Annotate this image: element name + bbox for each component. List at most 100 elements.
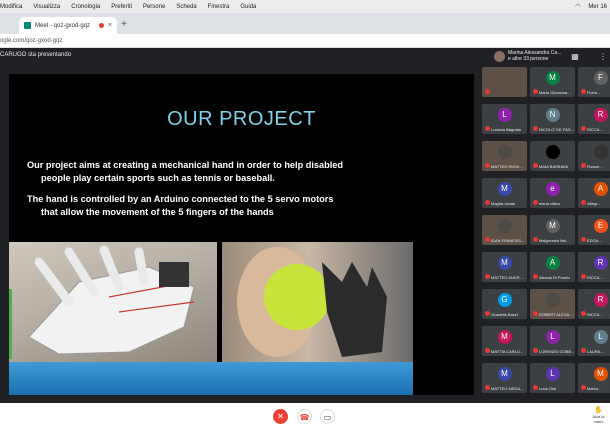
participant-name: RICCA... <box>587 275 603 280</box>
avatar: A <box>545 256 560 270</box>
url-text[interactable]: ogle.com/qoz-gxod-gqz <box>0 38 62 44</box>
menu-cronologia[interactable]: Cronologia <box>71 4 100 10</box>
avatar: L <box>497 108 512 122</box>
participant-name: LORENZO GOBB... <box>539 349 574 354</box>
avatar: E <box>593 219 608 233</box>
mic-muted-icon <box>533 274 538 279</box>
slide-paragraph-1: Our project aims at creating a mechanica… <box>27 159 397 184</box>
mic-muted-icon <box>581 311 586 316</box>
grid-layout-icon[interactable]: ▦ <box>570 52 580 62</box>
participant-name: Graziella Bozzi <box>491 312 518 317</box>
participant-tile[interactable]: L Luciano Bagnato <box>482 104 527 134</box>
meet-favicon-icon <box>24 22 31 29</box>
tab-title: Meet - qoz-gxod-gqz <box>35 22 91 29</box>
mic-muted-icon <box>581 200 586 205</box>
avatar: M <box>593 367 608 381</box>
menu-finestra[interactable]: Finestra <box>208 4 230 10</box>
slide-paragraph-1-line-1: Our project aims at creating a mechanica… <box>27 160 344 170</box>
participant-tile[interactable]: R RICCA... <box>578 289 610 319</box>
hand-icon: ✋ <box>594 407 603 414</box>
camera-button[interactable]: ▭ <box>320 409 335 424</box>
clock[interactable]: Mer 16 <box>588 4 607 10</box>
mic-muted-icon <box>485 200 490 205</box>
participant-tile[interactable]: R RICCA... <box>578 252 610 282</box>
participant-tile[interactable]: A Alessia Di Puorto <box>530 252 575 282</box>
avatar: R <box>593 256 608 270</box>
wifi-icon[interactable]: ◠ <box>575 3 580 10</box>
participant-name: MATTEO MEDA... <box>491 386 524 391</box>
hang-up-button[interactable]: ☎ <box>297 409 312 424</box>
tab-strip: Meet - qoz-gxod-gqz × + <box>0 13 610 34</box>
menu-visualizza[interactable]: Visualizza <box>33 4 60 10</box>
menu-preferiti[interactable]: Preferiti <box>111 4 132 10</box>
avatar: R <box>593 293 608 307</box>
avatar <box>593 145 608 159</box>
participant-tile[interactable]: N NICOLO' DE PAS... <box>530 104 575 134</box>
participant-tile[interactable]: L LAURA... <box>578 326 610 356</box>
address-bar[interactable]: ogle.com/qoz-gxod-gqz <box>0 34 610 48</box>
participant-tile[interactable]: E EDOA... <box>578 215 610 245</box>
menubar-status: ◠ Mer 16 <box>575 3 610 11</box>
mic-muted-icon <box>485 274 490 279</box>
mic-muted-icon <box>485 126 490 131</box>
participant-tile[interactable]: Rossel... <box>578 141 610 171</box>
avatar <box>497 219 512 233</box>
participant-tile[interactable]: M MATTEO MEDA... <box>482 363 527 393</box>
participant-tile[interactable]: M Marco... <box>578 363 610 393</box>
mic-muted-icon <box>581 126 586 131</box>
avatar: N <box>545 108 560 122</box>
participant-grid: M Maria Giovanna... F Fiorin... L Luciano Bag… <box>482 67 610 403</box>
participants-summary[interactable]: Marina Alessandra Ca... e altre 33 perso… <box>494 50 561 62</box>
participant-tile[interactable]: R RICCA... <box>578 104 610 134</box>
mic-muted-icon <box>485 89 490 94</box>
menu-guida[interactable]: Guida <box>240 4 256 10</box>
avatar: M <box>497 256 512 270</box>
participant-tile[interactable]: IDAN FRANCES... <box>482 215 527 245</box>
avatar: M <box>545 219 560 233</box>
participant-name: Malgorzata Nei... <box>539 238 570 243</box>
participant-name: MATTEO RICHI... <box>491 164 523 169</box>
mic-muted-icon <box>533 126 538 131</box>
more-options-icon[interactable]: ⋮ <box>598 52 608 62</box>
participant-tile[interactable]: L Luca Orsi <box>530 363 575 393</box>
presentation-slide: OUR PROJECT Our project aims at creating… <box>9 74 474 395</box>
mic-muted-icon <box>533 311 538 316</box>
participant-name: Maria Giovanna... <box>539 90 571 95</box>
participant-tile[interactable]: M MATTEO ANDR... <box>482 252 527 282</box>
mic-muted-icon <box>581 163 586 168</box>
mac-menu-bar: Modifica Visualizza Cronologia Preferiti… <box>0 0 610 13</box>
participant-tile[interactable]: MAIA BARBIANI <box>530 141 575 171</box>
participant-tile[interactable]: M Maria Giovanna... <box>530 67 575 97</box>
participant-tile[interactable]: M Malgorzata Nei... <box>530 215 575 245</box>
participant-tile[interactable]: A Allegr... <box>578 178 610 208</box>
slide-paragraph-2: The hand is controlled by an Arduino con… <box>27 193 397 218</box>
close-tab-icon[interactable]: × <box>108 22 112 29</box>
avatar: L <box>545 330 560 344</box>
participant-tile[interactable]: G Graziella Bozzi <box>482 289 527 319</box>
avatar <box>494 50 505 62</box>
new-tab-button[interactable]: + <box>121 19 127 30</box>
menu-modifica[interactable]: Modifica <box>0 4 22 10</box>
mic-muted-icon <box>533 237 538 242</box>
raise-hand-button[interactable]: ✋ Alza la mano <box>587 406 610 424</box>
participant-tile[interactable]: e elena vitara <box>530 178 575 208</box>
participant-tile[interactable]: M MATTIA CARLU... <box>482 326 527 356</box>
mic-muted-icon <box>485 237 490 242</box>
people-line2: e altre 33 persone <box>508 56 549 62</box>
participant-tile[interactable]: M Magda Janak <box>482 178 527 208</box>
slide-progress-strip <box>9 289 12 359</box>
mic-muted-icon <box>533 200 538 205</box>
mic-off-button[interactable]: ✕ <box>273 409 288 424</box>
participant-tile[interactable] <box>482 67 527 97</box>
participant-tile[interactable]: F Fiorin... <box>578 67 610 97</box>
mic-muted-icon <box>581 274 586 279</box>
participant-tile[interactable]: MATTEO RICHI... <box>482 141 527 171</box>
mic-muted-icon <box>485 163 490 168</box>
tab-meet[interactable]: Meet - qoz-gxod-gqz × <box>19 17 117 34</box>
participant-tile[interactable]: L LORENZO GOBB... <box>530 326 575 356</box>
menu-persone[interactable]: Persone <box>143 4 165 10</box>
participant-tile[interactable]: ROBERT ALEXA... <box>530 289 575 319</box>
participant-name: MATTIA CARLU... <box>491 349 524 354</box>
menu-scheda[interactable]: Scheda <box>176 4 196 10</box>
avatar: L <box>593 330 608 344</box>
